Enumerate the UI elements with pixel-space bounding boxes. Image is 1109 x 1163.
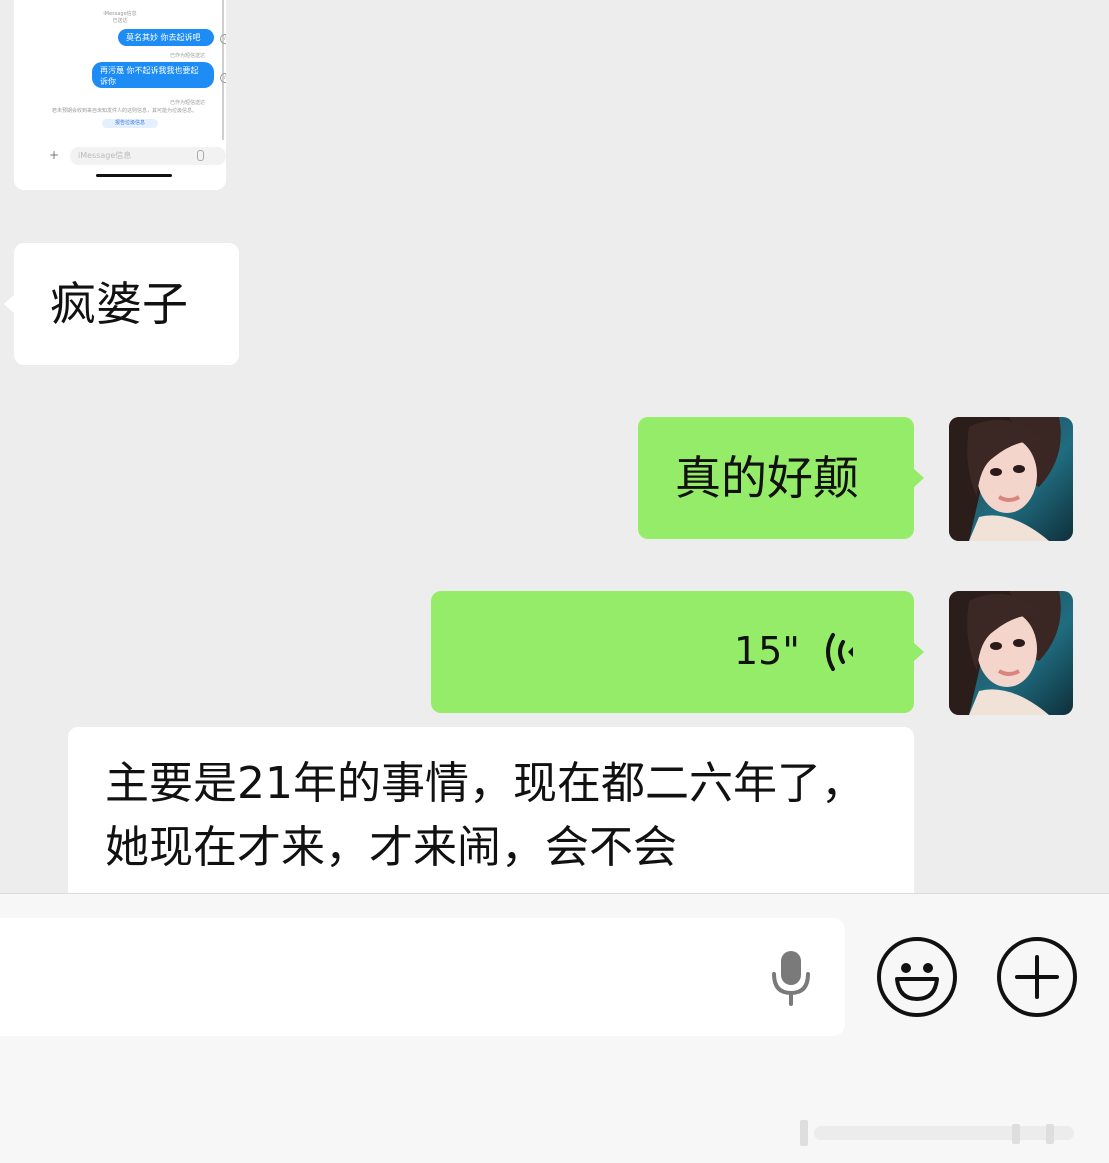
received-message-bubble[interactable]: 疯婆子 bbox=[14, 243, 239, 365]
avatar[interactable] bbox=[949, 591, 1073, 715]
sent-message-bubble[interactable]: 真的好颠 bbox=[638, 417, 914, 539]
info-icon: i bbox=[220, 73, 226, 83]
avatar-portrait bbox=[949, 591, 1073, 715]
mini-status-1: 已作为短信送达 bbox=[170, 53, 206, 59]
watermark-logo bbox=[800, 1120, 1074, 1146]
plus-icon bbox=[1015, 955, 1059, 999]
spam-notice: 若未预期会收到来自未知发件人的这则信息，其可能为垃圾信息。 bbox=[52, 108, 198, 114]
message-text: 真的好颠 bbox=[675, 451, 859, 505]
voice-message-bubble[interactable]: 15" bbox=[431, 591, 914, 713]
voice-wave-icon bbox=[826, 633, 853, 671]
bubble-tail bbox=[913, 468, 924, 488]
bubble-tail bbox=[913, 642, 924, 662]
avatar[interactable] bbox=[949, 417, 1073, 541]
imessage-header: iMessage信息 bbox=[103, 11, 137, 17]
message-text: 疯婆子 bbox=[50, 277, 188, 331]
emoji-button[interactable] bbox=[877, 937, 957, 1017]
plus-icon: + bbox=[49, 148, 60, 162]
home-indicator bbox=[96, 174, 172, 177]
info-icon: i bbox=[220, 34, 226, 44]
microphone-icon[interactable] bbox=[768, 948, 814, 1008]
emoji-icon bbox=[895, 963, 939, 1001]
report-junk-link: 报告垃圾信息 bbox=[102, 119, 158, 128]
received-message-bubble[interactable]: 主要是21年的事情，现在都二六年了，她现在才来，才来闹，会不会 bbox=[68, 727, 914, 917]
mini-status-2: 已作为短信送达 bbox=[170, 100, 206, 106]
embedded-screenshot-image[interactable]: iMessage信息 已送达 莫名其妙 你去起诉吧 i 已作为短信送达 再污蔑 … bbox=[14, 0, 226, 190]
avatar-portrait bbox=[949, 417, 1073, 541]
delivered-label: 已送达 bbox=[112, 18, 128, 24]
voice-duration: 15" bbox=[734, 629, 800, 673]
microphone-icon bbox=[197, 150, 204, 161]
more-options-button[interactable] bbox=[997, 937, 1077, 1017]
message-text: 主要是21年的事情，现在都二六年了，她现在才来，才来闹，会不会 bbox=[105, 758, 865, 873]
mini-bubble-2: 再污蔑 你不起诉我我也要起诉你 bbox=[92, 62, 214, 88]
message-input[interactable] bbox=[0, 918, 845, 1036]
mini-bubble-1: 莫名其妙 你去起诉吧 bbox=[118, 29, 214, 46]
